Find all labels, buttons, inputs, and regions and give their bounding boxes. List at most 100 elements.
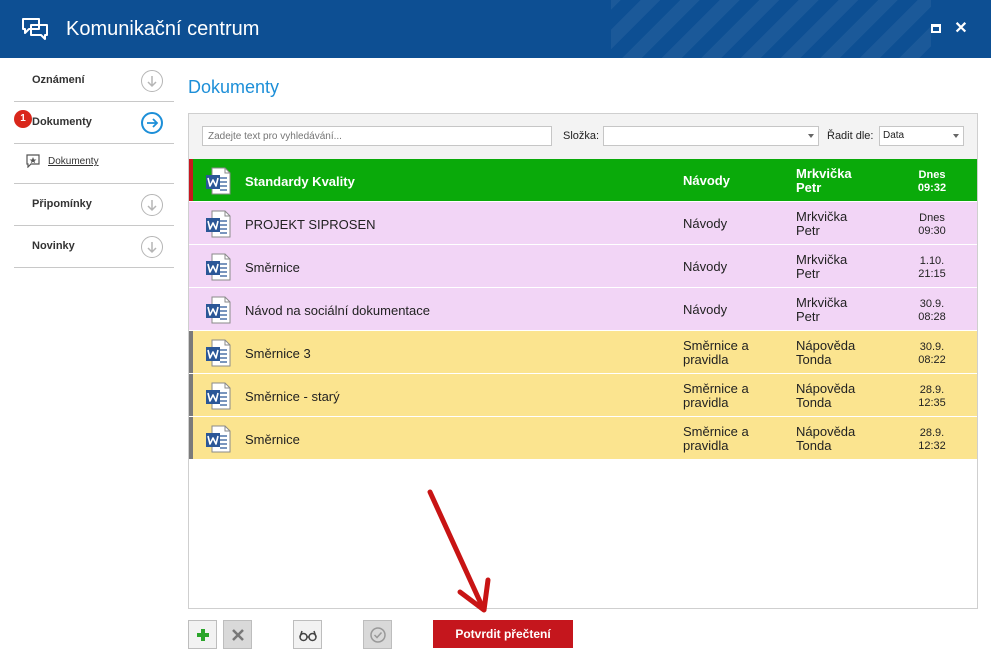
row-stripe [189,202,193,244]
date-line: 28.9. [919,427,945,439]
time-line: 12:35 [918,397,946,409]
read-button[interactable] [293,620,322,649]
date-line: 30.9. [919,298,945,310]
time-line: 09:32 [917,182,947,194]
document-row[interactable]: PROJEKT SIPROSEN Návody Mrkvička Petr Dnes 09… [189,202,977,245]
author-line: Mrkvička [796,252,848,267]
date-line: Dnes [919,212,945,224]
filter-bar: Složka: Řadit dle: Data [189,114,977,159]
author-line: Tonda [796,438,832,453]
document-category: Návody [683,302,728,317]
chevron-down-icon [953,134,959,138]
word-document-icon [205,253,231,286]
document-category: Návody [683,173,730,188]
document-date: Dnes 09:30 [897,212,967,238]
document-author: Mrkvička Petr [796,253,847,281]
sidebar-item-label: Oznámení [32,74,85,86]
title-bar-decoration [611,0,931,58]
time-line: 12:32 [918,440,946,452]
sidebar-sublink-dokumenty[interactable]: Dokumenty [48,156,99,167]
author-line: Petr [796,223,820,238]
chat-icon [21,17,49,46]
document-row[interactable]: Směrnice - starý Směrnice a pravidla Nápově… [189,374,977,417]
sidebar-item-novinky[interactable]: Novinky [14,226,174,268]
document-row[interactable]: Směrnice Směrnice a pravidla Nápověda Tonda 2… [189,417,977,460]
chevron-down-icon [808,134,814,138]
date-line: 30.9. [919,341,945,353]
arrow-down-circle-icon [141,70,163,92]
word-document-icon [205,167,231,200]
document-author: Nápověda Tonda [796,425,855,453]
confirm-read-button[interactable]: Potvrdit přečtení [433,620,573,648]
document-name: Standardy Kvality [245,174,355,189]
author-line: Petr [796,180,822,195]
document-date: 30.9. 08:22 [897,341,967,367]
document-row[interactable]: Směrnice Návody Mrkvička Petr 1.10. 21:15 [189,245,977,288]
document-category: Směrnice a pravidla [683,382,749,410]
sort-select[interactable]: Data [879,126,964,146]
close-button[interactable]: ✕ [952,20,970,38]
word-document-icon [205,296,231,329]
author-line: Petr [796,266,820,281]
date-line: 1.10. [919,255,945,267]
document-name: Návod na sociální dokumentace [245,303,431,318]
arrow-down-circle-icon [141,194,163,216]
search-input[interactable] [202,126,552,146]
document-date: 1.10. 21:15 [897,255,967,281]
sort-select-value: Data [883,130,905,141]
comment-icon [26,154,40,173]
check-button[interactable] [363,620,392,649]
maximize-button[interactable] [927,20,945,38]
author-line: Tonda [796,352,832,367]
document-author: Mrkvička Petr [796,296,847,324]
window-title: Komunikační centrum [66,18,260,40]
folder-label: Složka: [563,130,600,142]
row-stripe [189,245,193,287]
document-name: Směrnice [245,432,300,447]
author-line: Nápověda [796,424,856,439]
document-row[interactable]: Návod na sociální dokumentace Návody Mrkvi… [189,288,977,331]
documents-panel: Složka: Řadit dle: Data Standardy Kvalit… [188,113,978,609]
document-name: Směrnice - starý [245,389,340,404]
page-title: Dokumenty [188,77,280,97]
category-line: pravidla [683,395,729,410]
sidebar-item-dokumenty[interactable]: 1 Dokumenty [14,102,174,144]
document-category: Směrnice a pravidla [683,339,749,367]
author-line: Nápověda [796,381,856,396]
document-date: 28.9. 12:32 [897,427,967,453]
document-author: Mrkvička Petr [796,167,852,195]
row-stripe [189,159,193,201]
row-stripe [189,331,193,373]
category-line: Směrnice a [683,381,749,396]
add-button[interactable] [188,620,217,649]
word-document-icon [205,210,231,243]
sidebar-item-label: Připomínky [32,198,92,210]
row-stripe [189,288,193,330]
document-row[interactable]: Směrnice 3 Směrnice a pravidla Nápověda Tond… [189,331,977,374]
sidebar-item-oznameni[interactable]: Oznámení [14,60,174,102]
document-author: Nápověda Tonda [796,382,855,410]
sidebar-item-label: Novinky [32,240,75,252]
date-line: 28.9. [919,384,945,396]
date-line: Dnes [918,169,946,181]
x-icon [232,629,244,641]
category-line: Směrnice a [683,424,749,439]
document-row[interactable]: Standardy Kvality Návody Mrkvička Petr Dnes 0… [189,159,977,202]
time-line: 08:22 [918,354,946,366]
author-line: Mrkvička [796,295,848,310]
category-line: pravidla [683,438,729,453]
document-date: Dnes 09:32 [897,169,967,195]
author-line: Nápověda [796,338,856,353]
delete-button[interactable] [223,620,252,649]
arrow-right-circle-icon [141,112,163,134]
document-name: Směrnice [245,260,300,275]
document-list: Standardy Kvality Návody Mrkvička Petr Dnes 0… [189,159,977,460]
row-stripe [189,374,193,416]
folder-select[interactable] [603,126,819,146]
sidebar-item-pripominky[interactable]: Připomínky [14,184,174,226]
document-name: PROJEKT SIPROSEN [245,217,376,232]
sidebar-subitem-dokumenty: Dokumenty [14,144,174,184]
time-line: 08:28 [918,311,946,323]
arrow-down-circle-icon [141,236,163,258]
row-stripe [189,417,193,459]
